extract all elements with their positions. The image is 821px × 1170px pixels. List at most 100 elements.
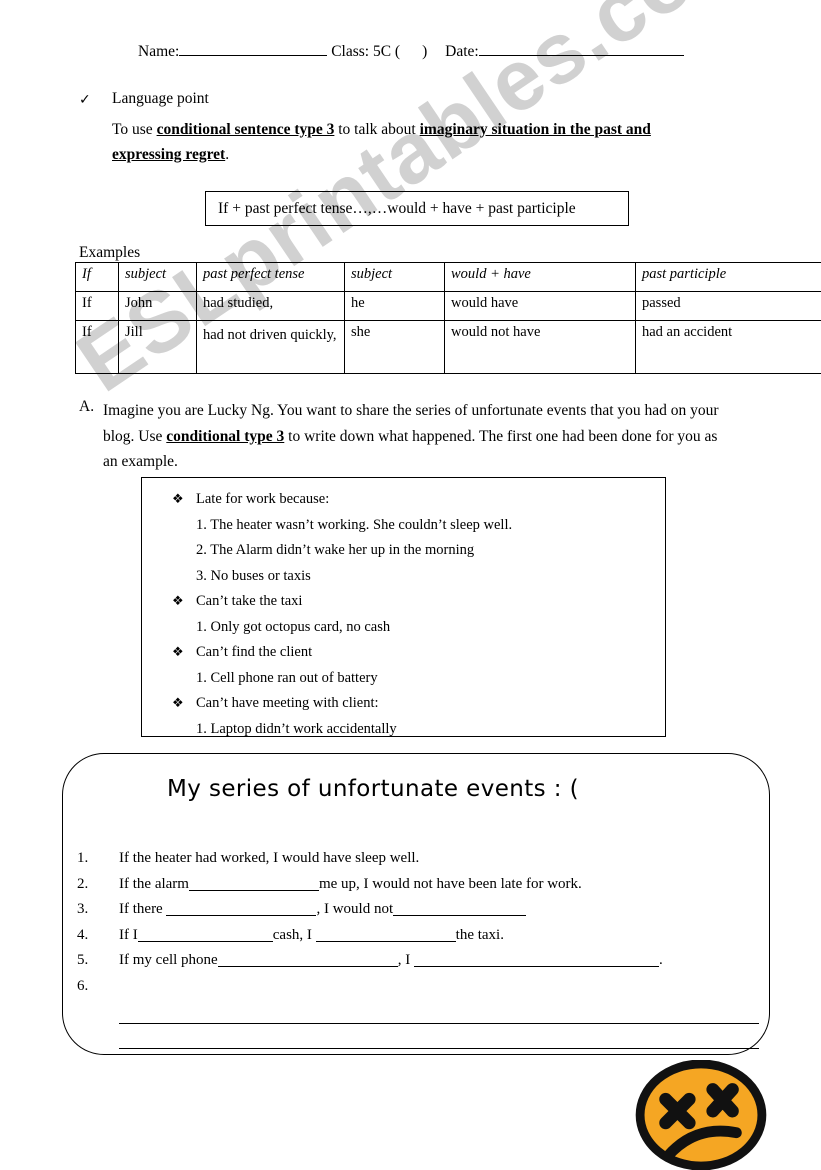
name-label: Name:	[138, 43, 179, 60]
answer-blank-full-line[interactable]	[119, 1024, 759, 1049]
answer-text: If my cell phone	[119, 952, 218, 968]
check-mark-icon: ✓	[79, 92, 91, 108]
answer-text: If the heater had worked, I would have s…	[119, 850, 419, 866]
lp-prefix: To use	[112, 121, 157, 138]
language-point-body: To use conditional sentence type 3 to ta…	[112, 117, 712, 167]
answer-number: 4.	[77, 923, 119, 949]
list-item: 1. The heater wasn’t working. She couldn…	[172, 513, 512, 539]
answer-blank[interactable]	[138, 926, 273, 942]
answer-blank[interactable]	[393, 900, 526, 916]
cell-would-have: would have	[445, 292, 636, 321]
formula-box: If + past perfect tense…,…would + have +…	[205, 191, 629, 226]
diamond-bullet-icon: ❖	[172, 640, 196, 666]
cell-subject-2: he	[345, 292, 445, 321]
answer-text: the taxi.	[456, 927, 504, 943]
list-item: ❖Can’t have meeting with client:	[172, 691, 512, 717]
answer-text: , I would not	[316, 901, 393, 917]
examples-table: If subject past perfect tense subject wo…	[75, 262, 821, 374]
table-row: If Jill had not driven quickly, she woul…	[76, 321, 821, 374]
examples-label: Examples	[79, 244, 140, 262]
date-input-blank[interactable]	[479, 41, 684, 56]
answer-box: My series of unfortunate events : ( 1.If…	[62, 753, 770, 1055]
cell-past-perfect: had studied,	[197, 292, 345, 321]
cell-would-have: would not have	[445, 321, 636, 374]
answer-number: 6.	[77, 974, 119, 1000]
class-close-paren: )	[422, 43, 427, 60]
student-info-header: Name: Class: 5C () Date:	[138, 41, 684, 61]
answer-number: 5.	[77, 948, 119, 974]
class-label: Class: 5C (	[331, 43, 400, 60]
list-item: ❖Late for work because:	[172, 487, 512, 513]
list-item: 1. Cell phone ran out of battery	[172, 666, 512, 692]
answer-text: me up, I would not have been late for wo…	[319, 876, 582, 892]
diamond-bullet-icon: ❖	[172, 589, 196, 615]
answer-text: If I	[119, 927, 138, 943]
answer-number: 2.	[77, 872, 119, 898]
lp-middle: to talk about	[334, 121, 419, 138]
answer-number: 3.	[77, 897, 119, 923]
column-header-subject-1: subject	[119, 263, 197, 292]
cell-if: If	[76, 321, 119, 374]
event-group-heading: Can’t have meeting with client:	[196, 695, 379, 711]
list-item: 2.If the alarm me up, I would not have be…	[77, 872, 767, 898]
lp-suffix: .	[225, 146, 229, 163]
list-item: 5.If my cell phone , I .	[77, 948, 767, 974]
list-item: 1. Only got octopus card, no cash	[172, 615, 512, 641]
list-item: 6.	[77, 974, 767, 1000]
language-point-title: Language point	[112, 90, 209, 108]
cell-subject-2: she	[345, 321, 445, 374]
cell-subject-1: Jill	[119, 321, 197, 374]
section-a-emphasis: conditional type 3	[166, 428, 284, 445]
event-group-heading: Can’t find the client	[196, 644, 312, 660]
list-item: 3. No buses or taxis	[172, 564, 512, 590]
answer-blank[interactable]	[166, 900, 316, 916]
section-a-instructions: Imagine you are Lucky Ng. You want to sh…	[103, 398, 733, 475]
class-number-blank[interactable]	[400, 42, 422, 56]
column-header-if: If	[76, 263, 119, 292]
event-group-heading: Can’t take the taxi	[196, 593, 302, 609]
list-item: 1. Laptop didn’t work accidentally	[172, 717, 512, 743]
column-header-past-perfect-tense: past perfect tense	[197, 263, 345, 292]
list-item: ❖Can’t take the taxi	[172, 589, 512, 615]
list-item: 3.If there , I would not	[77, 897, 767, 923]
list-item: 4.If I cash, I the taxi.	[77, 923, 767, 949]
answer-text: .	[659, 952, 663, 968]
cell-subject-1: John	[119, 292, 197, 321]
column-header-would-have: would + have	[445, 263, 636, 292]
lp-emphasis-conditional-type: conditional sentence type 3	[157, 121, 335, 138]
answer-text: If the alarm	[119, 876, 189, 892]
formula-text: If + past perfect tense…,…would + have +…	[218, 200, 576, 218]
worksheet-page: ESLprintables.com Name: Class: 5C () Dat…	[0, 0, 821, 1169]
date-label: Date:	[445, 43, 479, 60]
answer-text: cash, I	[273, 927, 316, 943]
answer-box-title: My series of unfortunate events : (	[63, 776, 769, 802]
answer-blank[interactable]	[316, 926, 456, 942]
answer-text: , I	[398, 952, 414, 968]
list-item: ❖Can’t find the client	[172, 640, 512, 666]
table-row: If John had studied, he would have passe…	[76, 292, 821, 321]
list-item: 2. The Alarm didn’t wake her up in the m…	[172, 538, 512, 564]
cell-past-participle: had an accident	[636, 321, 821, 374]
column-header-past-participle: past participle	[636, 263, 821, 292]
sad-face-icon	[631, 1060, 771, 1170]
diamond-bullet-icon: ❖	[172, 487, 196, 513]
column-header-subject-2: subject	[345, 263, 445, 292]
answer-blank[interactable]	[218, 951, 398, 967]
cell-past-participle: passed	[636, 292, 821, 321]
diamond-bullet-icon: ❖	[172, 691, 196, 717]
answer-text: If there	[119, 901, 166, 917]
section-a-letter: A.	[79, 398, 94, 416]
name-input-blank[interactable]	[179, 41, 327, 56]
cell-past-perfect: had not driven quickly,	[197, 321, 345, 374]
answer-lines: 1.If the heater had worked, I would have…	[77, 846, 767, 1049]
cell-if: If	[76, 292, 119, 321]
answer-number: 1.	[77, 846, 119, 872]
events-list: ❖Late for work because: 1. The heater wa…	[172, 487, 512, 742]
answer-blank[interactable]	[189, 875, 319, 891]
answer-blank[interactable]	[414, 951, 659, 967]
events-box: ❖Late for work because: 1. The heater wa…	[141, 477, 666, 737]
list-item: 1.If the heater had worked, I would have…	[77, 846, 767, 872]
event-group-heading: Late for work because:	[196, 491, 329, 507]
table-header-row: If subject past perfect tense subject wo…	[76, 263, 821, 292]
answer-blank-full-line[interactable]	[119, 999, 759, 1024]
